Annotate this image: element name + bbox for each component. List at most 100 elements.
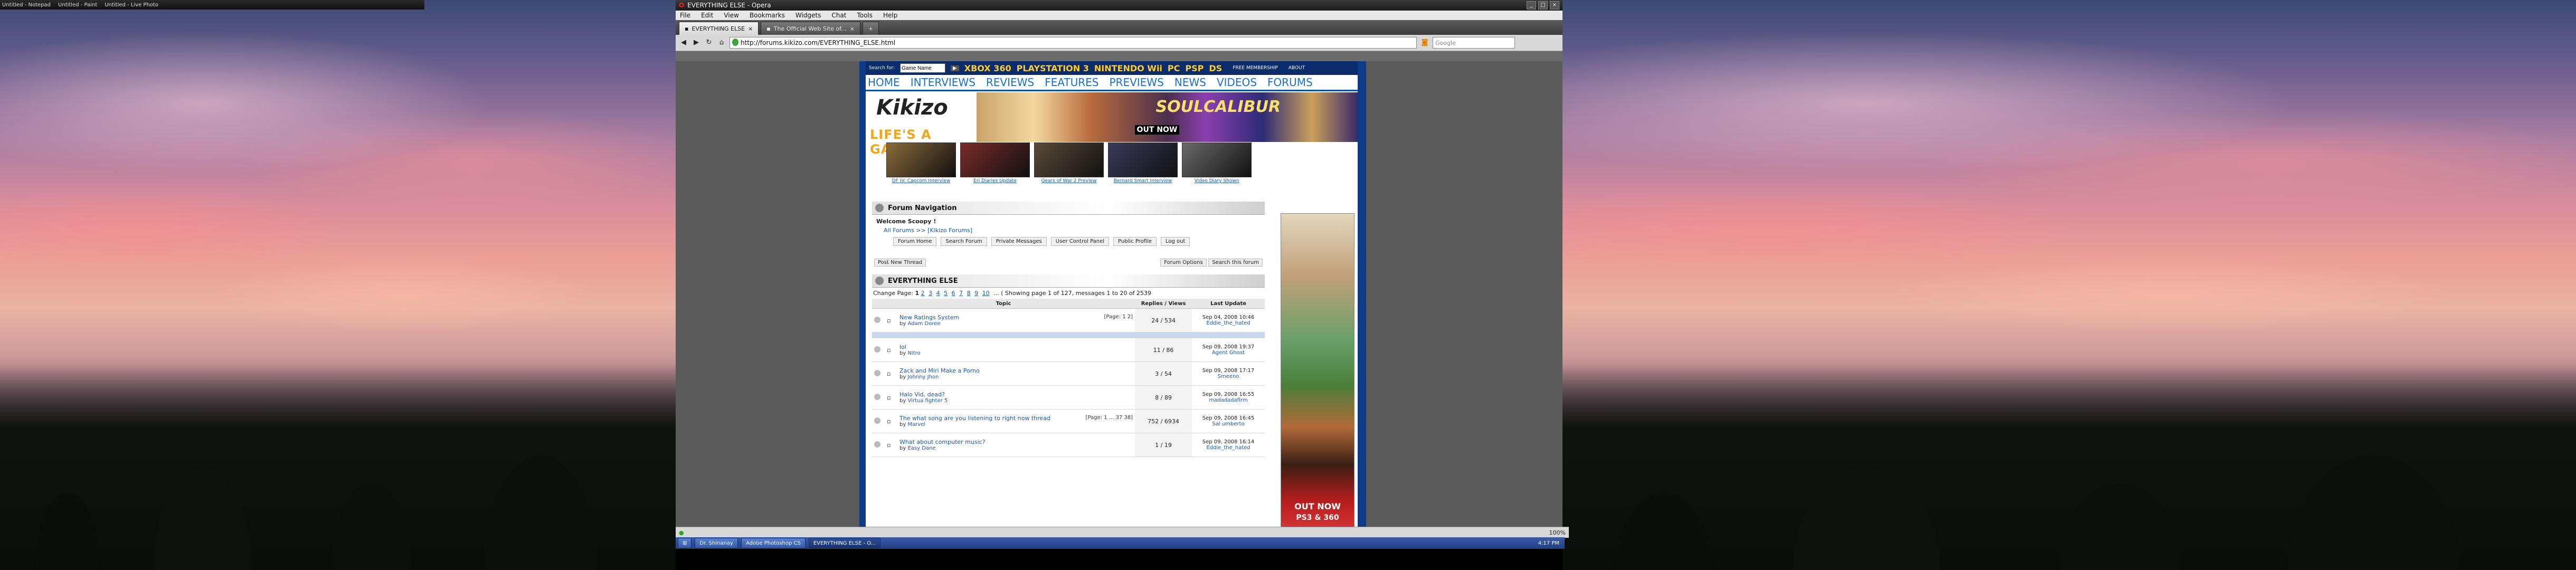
forum-icon (875, 204, 884, 212)
reload-icon[interactable]: ↻ (704, 38, 714, 48)
nav-pc[interactable]: PC (1168, 63, 1180, 73)
thread-link[interactable]: New Ratings System (899, 314, 959, 321)
public-profile-button[interactable]: Public Profile (1113, 237, 1157, 246)
log-out-button[interactable]: Log out (1160, 237, 1190, 246)
start-button[interactable]: ⊞ (678, 538, 692, 548)
thread-link[interactable]: Halo Vid, dead? (899, 391, 945, 398)
forum-home-button[interactable]: Forum Home (893, 237, 937, 246)
table-row: ▫ [Page: 1 2] New Ratings System by Adam D… (872, 308, 1265, 332)
thread-link[interactable]: The what song are you listening to right… (899, 415, 1050, 422)
thread-link[interactable]: Zack and Miri Make a Porno (899, 367, 980, 374)
nav-forums[interactable]: FORUMS (1267, 76, 1313, 89)
nav-home[interactable]: HOME (868, 76, 900, 89)
thread-link[interactable]: lol (899, 344, 906, 350)
menu-tools[interactable]: Tools (857, 12, 873, 19)
thread-type-icon: ▫ (887, 370, 891, 377)
system-clock[interactable]: 4:17 PM (1538, 540, 1565, 546)
nav-previews[interactable]: PREVIEWS (1109, 76, 1163, 89)
free-membership-link[interactable]: FREE MEMBERSHIP (1233, 65, 1278, 71)
site-icon (732, 39, 738, 46)
feature-thumb[interactable]: Gears of War 2 Preview (1034, 142, 1104, 185)
nav-news[interactable]: NEWS (1175, 76, 1206, 89)
status-bar: ● 100% (676, 527, 1569, 538)
zoom-level[interactable]: 100% (1549, 529, 1566, 536)
search-this-forum-button[interactable]: Search this forum (1208, 259, 1263, 267)
game-search-input[interactable] (900, 63, 946, 73)
feature-thumb[interactable]: Eri Diaries Update (960, 142, 1030, 185)
page-link[interactable]: 8 (967, 290, 971, 297)
col-topic: Topic (872, 299, 1135, 309)
about-link[interactable]: ABOUT (1289, 65, 1305, 71)
nav-interviews[interactable]: INTERVIEWS (911, 76, 976, 89)
page-link[interactable]: 5 (944, 290, 948, 297)
user-control-panel-button[interactable]: User Control Panel (1050, 237, 1110, 246)
page-link[interactable]: 2 (921, 290, 925, 297)
taskbar-button[interactable]: EVERYTHING ELSE - O... (808, 538, 881, 548)
table-row: ▫ lol by Nitro 11 / 86 Sep 09, 2008 19:37… (872, 338, 1265, 362)
maximize-button[interactable]: □ (1538, 1, 1548, 10)
table-row: ▫ [Page: 1 ... 37 38] The what song are y… (872, 409, 1265, 433)
menu-view[interactable]: View (724, 12, 738, 19)
page-link[interactable]: 10 (982, 290, 990, 297)
nav-psp[interactable]: PSP (1185, 63, 1204, 73)
site-topstrip: Search for: ▶ XBOX 360 PLAYSTATION 3 NIN… (866, 61, 1358, 75)
tab-everything-else[interactable]: ▪ EVERYTHING ELSE × (679, 22, 759, 35)
forward-icon[interactable]: ▶ (692, 38, 701, 48)
menu-widgets[interactable]: Widgets (795, 12, 821, 19)
menu-bookmarks[interactable]: Bookmarks (750, 12, 785, 19)
page-link[interactable]: 6 (952, 290, 955, 297)
forum-options-button[interactable]: Forum Options (1160, 259, 1207, 267)
taskbar-item[interactable]: Untitled - Notepad (2, 2, 51, 8)
forum-icon (875, 277, 884, 285)
content-row: DF IV: Capcom Interview Eri Diaries Upda… (866, 142, 1358, 527)
thread-link[interactable]: What about computer music? (899, 439, 986, 445)
menu-help[interactable]: Help (883, 12, 897, 19)
close-button[interactable]: × (1550, 1, 1559, 10)
search-go-button[interactable]: ▶ (951, 65, 959, 71)
close-tab-icon[interactable]: × (850, 25, 855, 32)
feature-thumb[interactable]: Video Diary Shown (1182, 142, 1252, 185)
forum-breadcrumb[interactable]: All Forums >> [Kikizo Forums] (872, 226, 1265, 235)
address-field[interactable]: http://forums.kikizo.com/EVERYTHING_ELSE… (730, 37, 1417, 49)
soulcalibur-ad-banner[interactable]: SOULCALIBUR OUT NOW (976, 92, 1358, 142)
tab-label: EVERYTHING ELSE (692, 25, 745, 32)
page-link[interactable]: 4 (936, 290, 940, 297)
kikizo-logo[interactable]: Kikizo LIFE'S A GAME (866, 91, 977, 157)
private-messages-button[interactable]: Private Messages (991, 237, 1047, 246)
taskbar-button[interactable]: Dr. Shinanay (695, 538, 738, 548)
page-link[interactable]: 3 (929, 290, 932, 297)
minimize-button[interactable]: _ (1527, 1, 1536, 10)
new-tab-button[interactable]: + (863, 22, 879, 35)
menu-chat[interactable]: Chat (831, 12, 846, 19)
taskbar-item[interactable]: Untitled - Live Photo (105, 2, 158, 8)
forum-nav-buttons: Forum Home Search Forum Private Messages… (872, 235, 1265, 248)
nav-wii[interactable]: NINTENDO Wii (1094, 63, 1162, 73)
feature-thumb[interactable]: Bernard Smart Interview (1108, 142, 1178, 185)
windows-taskbar: ⊞ Dr. Shinanay Adobe Photoshop CS EVERYT… (676, 537, 1565, 549)
menu-file[interactable]: File (680, 12, 690, 19)
back-icon[interactable]: ◀ (679, 38, 688, 48)
home-icon[interactable]: ⌂ (717, 38, 726, 48)
search-forum-button[interactable]: Search Forum (941, 237, 987, 246)
nav-ds[interactable]: DS (1209, 63, 1222, 73)
menu-edit[interactable]: Edit (701, 12, 713, 19)
nav-reviews[interactable]: REVIEWS (986, 76, 1034, 89)
post-new-thread-button[interactable]: Post New Thread (874, 259, 926, 267)
page-viewport[interactable]: Search for: ▶ XBOX 360 PLAYSTATION 3 NIN… (676, 61, 1562, 527)
nav-videos[interactable]: VIDEOS (1217, 76, 1257, 89)
nav-xbox360[interactable]: XBOX 360 (964, 63, 1011, 73)
rss-icon[interactable]: ◙ (1420, 38, 1429, 48)
feature-thumbnails: DF IV: Capcom Interview Eri Diaries Upda… (886, 142, 1256, 185)
feature-thumb[interactable]: DF IV: Capcom Interview (886, 142, 956, 185)
taskbar-item[interactable]: Untitled - Paint (58, 2, 97, 8)
search-input[interactable]: Google (1433, 37, 1515, 49)
taskbar-button[interactable]: Adobe Photoshop CS (741, 538, 806, 548)
page-link[interactable]: 9 (974, 290, 978, 297)
soulcalibur-skyscraper-ad[interactable]: OUT NOW PS3 & 360 (1281, 213, 1355, 527)
close-tab-icon[interactable]: × (748, 25, 753, 32)
thread-type-icon: ▫ (887, 317, 891, 324)
nav-ps3[interactable]: PLAYSTATION 3 (1017, 63, 1089, 73)
nav-features[interactable]: FEATURES (1045, 76, 1098, 89)
page-link[interactable]: 7 (959, 290, 963, 297)
tab-official-site[interactable]: ▪ The Official Web Site of... × (761, 22, 861, 35)
